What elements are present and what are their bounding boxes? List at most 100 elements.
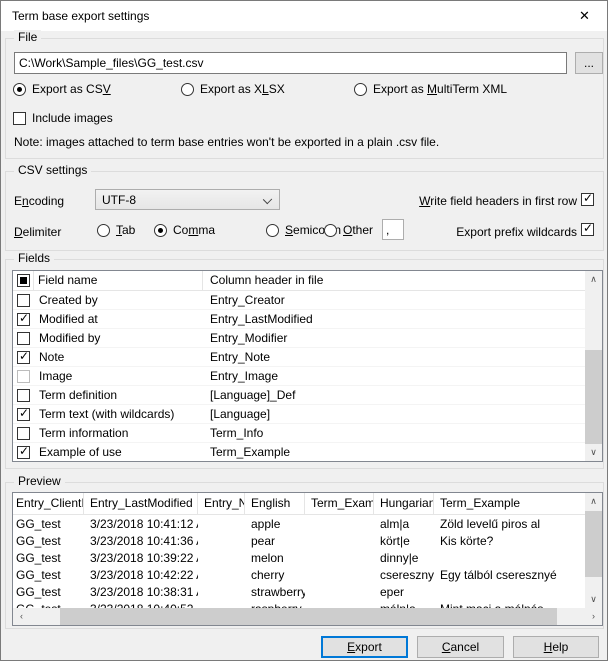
cell-hungarian: alm|a <box>374 517 434 531</box>
preview-row[interactable]: GG_test 3/23/2018 10:42:22 AM cherry cse… <box>13 566 585 583</box>
field-checkbox-cell[interactable] <box>13 408 34 421</box>
field-row[interactable]: Term information Term_Info <box>13 424 585 443</box>
column-header-field-name[interactable]: Field name <box>34 271 203 290</box>
preview-row[interactable]: GG_test 3/23/2018 10:40:52 AM raspberry … <box>13 600 585 608</box>
column-header-in-file[interactable]: Column header in file <box>203 271 585 290</box>
field-checkbox-cell[interactable] <box>13 446 34 459</box>
fields-vertical-scrollbar[interactable]: ∧ ∨ <box>585 271 602 461</box>
cell-entry-lastmodified: 3/23/2018 10:42:22 AM <box>84 568 198 582</box>
help-button[interactable]: Help <box>513 636 599 658</box>
scroll-down-icon[interactable]: ∨ <box>585 444 602 461</box>
include-images-checkbox-option[interactable]: Include images <box>13 111 113 125</box>
other-delimiter-input[interactable] <box>382 219 404 240</box>
field-checkbox[interactable] <box>17 313 30 326</box>
field-checkbox-cell[interactable] <box>13 370 34 383</box>
radio-icon[interactable] <box>354 83 367 96</box>
field-row[interactable]: Image Entry_Image <box>13 367 585 386</box>
cell-entry-clientid: GG_test <box>13 551 84 565</box>
preview-col-header[interactable]: Term_Example <box>305 493 374 514</box>
field-row[interactable]: Example of use Term_Example <box>13 443 585 462</box>
radio-icon[interactable] <box>13 83 26 96</box>
file-path-input[interactable] <box>14 52 567 74</box>
field-row[interactable]: Term text (with wildcards) [Language] <box>13 405 585 424</box>
field-checkbox[interactable] <box>17 370 30 383</box>
cell-entry-clientid: GG_test <box>13 534 84 548</box>
field-checkbox-cell[interactable] <box>13 313 34 326</box>
fields-list-header[interactable]: Field name Column header in file <box>13 271 585 291</box>
scroll-right-icon[interactable]: › <box>585 608 602 625</box>
preview-row[interactable]: GG_test 3/23/2018 10:41:12 AM apple alm|… <box>13 515 585 532</box>
preview-row[interactable]: GG_test 3/23/2018 10:39:22 AM melon dinn… <box>13 549 585 566</box>
fields-scroll-thumb[interactable] <box>585 350 602 447</box>
preview-hscroll-thumb[interactable] <box>60 608 557 625</box>
close-icon[interactable]: ✕ <box>562 1 607 31</box>
delimiter-radio-option[interactable]: Comma <box>154 223 215 237</box>
csv-settings-group: CSV settings Encoding UTF-8 Write field … <box>5 171 604 251</box>
preview-col-header[interactable]: English <box>245 493 305 514</box>
scroll-up-icon[interactable]: ∧ <box>585 271 602 288</box>
delimiter-radio-option[interactable]: Other <box>324 223 373 237</box>
cell-entry-lastmodified: 3/23/2018 10:38:31 AM <box>84 585 198 599</box>
field-checkbox[interactable] <box>17 389 30 402</box>
field-row[interactable]: Note Entry_Note <box>13 348 585 367</box>
fields-list: Field name Column header in file Created… <box>12 270 603 462</box>
field-header-cell: Entry_Creator <box>203 293 585 307</box>
encoding-dropdown[interactable]: UTF-8 <box>95 189 280 210</box>
field-checkbox-cell[interactable] <box>13 389 34 402</box>
checkbox-icon[interactable] <box>13 112 26 125</box>
preview-col-header[interactable]: Entry_LastModified <box>84 493 198 514</box>
radio-icon[interactable] <box>154 224 167 237</box>
radio-icon[interactable] <box>324 224 337 237</box>
field-checkbox[interactable] <box>17 408 30 421</box>
browse-button[interactable]: ... <box>575 52 603 74</box>
write-headers-checkbox[interactable] <box>581 193 594 206</box>
cancel-button[interactable]: Cancel <box>417 636 504 658</box>
preview-vscroll-thumb[interactable] <box>585 511 602 577</box>
select-all-cell[interactable] <box>13 271 34 290</box>
chevron-down-icon <box>263 195 272 204</box>
radio-icon[interactable] <box>97 224 110 237</box>
preview-col-header[interactable]: Entry_Note <box>198 493 245 514</box>
cell-entry-lastmodified: 3/23/2018 10:41:12 AM <box>84 517 198 531</box>
field-row[interactable]: Modified by Entry_Modifier <box>13 329 585 348</box>
field-checkbox[interactable] <box>17 427 30 440</box>
cell-english: apple <box>245 517 305 531</box>
field-checkbox[interactable] <box>17 294 30 307</box>
export-format-radio-option[interactable]: Export as XLSX <box>181 82 285 96</box>
scroll-down-icon[interactable]: ∨ <box>585 591 602 608</box>
preview-vertical-scrollbar[interactable]: ∧ ∨ <box>585 493 602 608</box>
preview-col-header[interactable]: Term_Example <box>434 493 582 514</box>
field-checkbox[interactable] <box>17 351 30 364</box>
preview-header[interactable]: Entry_ClientID Entry_LastModified Entry_… <box>13 493 585 515</box>
field-checkbox[interactable] <box>17 446 30 459</box>
preview-horizontal-scrollbar[interactable]: ‹ › <box>13 608 602 625</box>
field-checkbox-cell[interactable] <box>13 294 34 307</box>
select-all-checkbox[interactable] <box>17 274 30 287</box>
preview-row[interactable]: GG_test 3/23/2018 10:41:36 AM pear kört|… <box>13 532 585 549</box>
radio-icon[interactable] <box>266 224 279 237</box>
delimiter-radio-option[interactable]: Tab <box>97 223 135 237</box>
export-format-radio-option[interactable]: Export as CSV <box>13 82 111 96</box>
field-checkbox-cell[interactable] <box>13 427 34 440</box>
field-header-cell: Term_Info <box>203 426 585 440</box>
field-row[interactable]: Modified at Entry_LastModified <box>13 310 585 329</box>
field-name-cell: Example of use <box>34 445 203 459</box>
cell-english: pear <box>245 534 305 548</box>
field-name-cell: Image <box>34 369 203 383</box>
preview-row[interactable]: GG_test 3/23/2018 10:38:31 AM strawberry… <box>13 583 585 600</box>
field-checkbox-cell[interactable] <box>13 332 34 345</box>
export-prefix-checkbox[interactable] <box>581 223 594 236</box>
scroll-left-icon[interactable]: ‹ <box>13 608 30 625</box>
preview-col-header[interactable]: Entry_ClientID <box>13 493 84 514</box>
field-checkbox-cell[interactable] <box>13 351 34 364</box>
field-row[interactable]: Created by Entry_Creator <box>13 291 585 310</box>
field-header-cell: Term_Example <box>203 445 585 459</box>
field-checkbox[interactable] <box>17 332 30 345</box>
field-row[interactable]: Term definition [Language]_Def <box>13 386 585 405</box>
export-button[interactable]: Export <box>321 636 408 658</box>
radio-icon[interactable] <box>181 83 194 96</box>
term-base-export-dialog: Term base export settings ✕ File ... Exp… <box>0 0 608 661</box>
export-format-radio-option[interactable]: Export as MultiTerm XML <box>354 82 507 96</box>
preview-col-header[interactable]: Hungarian <box>374 493 434 514</box>
scroll-up-icon[interactable]: ∧ <box>585 493 602 510</box>
